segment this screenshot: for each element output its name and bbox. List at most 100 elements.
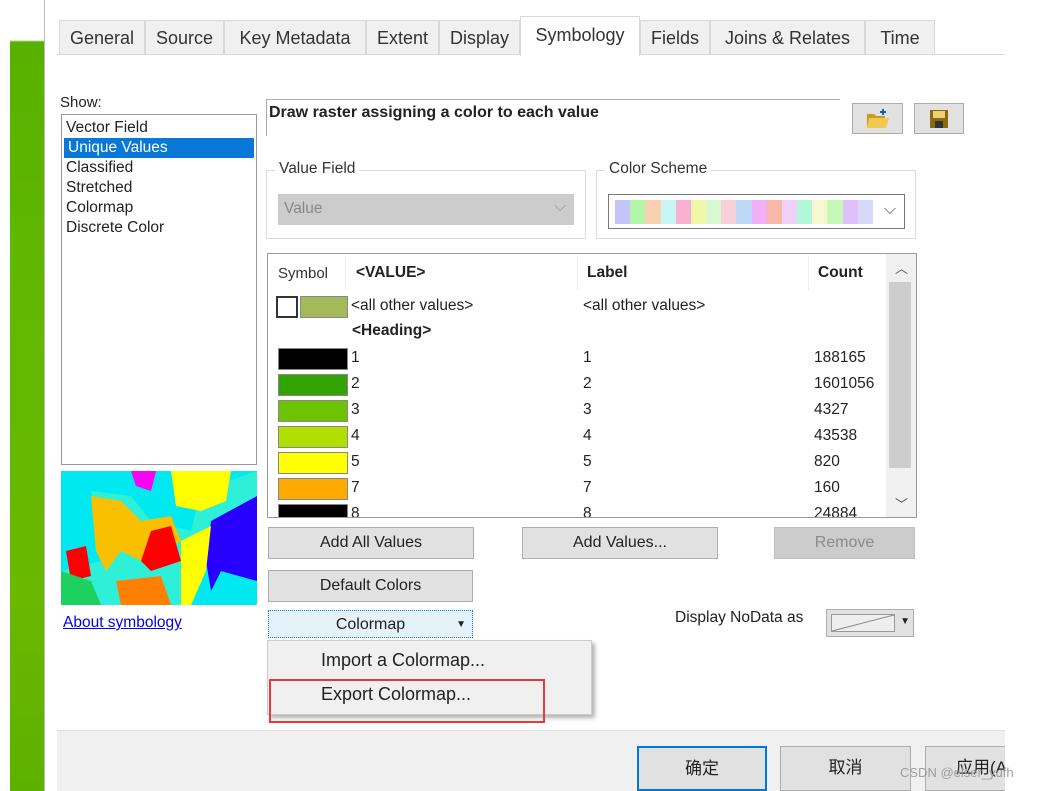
nodata-color-picker[interactable]: ▼ <box>826 609 914 637</box>
map-background-strip <box>10 0 44 791</box>
color-ramp-stop <box>842 200 858 224</box>
color-ramp-stop <box>736 200 752 224</box>
value-field-label: Value Field <box>275 160 360 178</box>
show-item-classified[interactable]: Classified <box>62 158 256 178</box>
color-ramp-stop <box>630 200 646 224</box>
color-ramp-stop <box>751 200 767 224</box>
row-label: 1 <box>583 349 592 366</box>
symbol-swatch[interactable] <box>278 426 348 448</box>
tab-general[interactable]: General <box>59 20 145 55</box>
scroll-down-icon[interactable]: ﹀ <box>895 494 908 513</box>
remove-button[interactable]: Remove <box>774 527 915 559</box>
tab-extent[interactable]: Extent <box>366 20 439 55</box>
table-scrollbar[interactable]: ︿ ﹀ <box>886 254 916 517</box>
watermark: CSDN @elser_yufh <box>900 765 1014 780</box>
color-ramp-stop <box>766 200 782 224</box>
scrollbar-thumb[interactable] <box>889 282 911 468</box>
add-values-button[interactable]: Add Values... <box>522 527 718 559</box>
tab-source[interactable]: Source <box>145 20 224 55</box>
tab-fields[interactable]: Fields <box>640 20 710 55</box>
row-value: 5 <box>351 453 360 470</box>
renderer-description: Draw raster assigning a color to each va… <box>266 99 840 136</box>
color-scheme-label: Color Scheme <box>605 160 712 178</box>
symbol-swatch[interactable] <box>278 348 348 370</box>
show-item-discrete-color[interactable]: Discrete Color <box>62 218 256 238</box>
symbol-swatch[interactable] <box>278 400 348 422</box>
tab-symbology[interactable]: Symbology <box>520 16 640 56</box>
tab-time[interactable]: Time <box>865 20 935 55</box>
scroll-up-icon[interactable]: ︿ <box>895 258 908 277</box>
row-label: 4 <box>583 427 592 444</box>
row-count: 1601056 <box>814 375 875 392</box>
dropdown-arrow-icon: ▼ <box>900 616 910 627</box>
add-all-values-button[interactable]: Add All Values <box>268 527 474 559</box>
colormap-button[interactable]: Colormap ▼ <box>268 610 473 638</box>
cancel-button[interactable]: 取消 <box>780 746 911 791</box>
show-label: Show: <box>60 94 102 111</box>
color-ramp <box>615 200 873 224</box>
show-item-unique-values[interactable]: Unique Values <box>64 138 254 158</box>
row-value: 3 <box>351 401 360 418</box>
row-count: 24884 <box>814 505 858 518</box>
symbology-preview-image <box>61 471 257 605</box>
symbol-swatch[interactable] <box>278 504 348 517</box>
show-item-colormap[interactable]: Colormap <box>62 198 256 218</box>
show-item-vector-field[interactable]: Vector Field <box>62 118 256 138</box>
unique-values-table[interactable]: Symbol <VALUE> Label Count <all other va… <box>267 253 917 518</box>
value-field-group: Value Field Value ⌵ <box>266 160 586 239</box>
tab-joins-relates[interactable]: Joins & Relates <box>710 20 865 55</box>
heading-row[interactable]: <Heading> <box>352 322 431 340</box>
color-ramp-stop <box>706 200 722 224</box>
color-ramp-stop <box>827 200 843 224</box>
row-value: 1 <box>351 349 360 366</box>
row-label: 8 <box>583 505 592 518</box>
other-values-value: <all other values> <box>351 297 474 314</box>
color-ramp-stop <box>812 200 828 224</box>
colormap-button-label: Colormap <box>335 616 406 633</box>
about-symbology-link[interactable]: About symbology <box>63 614 182 632</box>
color-ramp-stop <box>675 200 691 224</box>
symbol-swatch[interactable] <box>278 478 348 500</box>
color-scheme-dropdown[interactable]: ⌵ <box>608 194 905 229</box>
ok-button[interactable]: 确定 <box>637 746 767 791</box>
other-values-label: <all other values> <box>583 297 706 314</box>
other-values-swatch[interactable] <box>300 296 348 318</box>
load-button[interactable] <box>852 103 903 134</box>
header-value[interactable]: <VALUE> <box>356 264 426 282</box>
chevron-down-icon: ⌵ <box>554 198 566 215</box>
color-scheme-group: Color Scheme ⌵ <box>596 160 916 239</box>
no-color-swatch-icon <box>831 614 895 632</box>
color-ramp-stop <box>721 200 737 224</box>
highlight-box <box>269 679 545 723</box>
save-button[interactable] <box>914 103 964 134</box>
header-symbol[interactable]: Symbol <box>278 265 328 282</box>
menu-item-import-colormap[interactable]: Import a Colormap... <box>321 650 485 671</box>
symbol-swatch[interactable] <box>278 374 348 396</box>
header-label[interactable]: Label <box>587 264 627 282</box>
color-ramp-stop <box>797 200 813 224</box>
show-item-stretched[interactable]: Stretched <box>62 178 256 198</box>
color-ramp-stop <box>615 200 631 224</box>
header-count[interactable]: Count <box>818 264 863 282</box>
row-count: 820 <box>814 453 840 470</box>
color-ramp-stop <box>660 200 676 224</box>
color-ramp-stop <box>857 200 873 224</box>
row-count: 160 <box>814 479 840 496</box>
dropdown-arrow-icon: ▼ <box>456 619 466 630</box>
row-label: 2 <box>583 375 592 392</box>
floppy-save-icon <box>930 110 948 128</box>
folder-open-icon <box>866 109 889 128</box>
color-ramp-stop <box>781 200 798 224</box>
tab-display[interactable]: Display <box>439 20 520 55</box>
tab-key-metadata[interactable]: Key Metadata <box>224 20 366 55</box>
show-listbox[interactable]: Vector Field Unique Values Classified St… <box>61 114 257 465</box>
nodata-label: Display NoData as <box>675 609 804 626</box>
other-values-checkbox[interactable] <box>276 296 298 318</box>
symbol-swatch[interactable] <box>278 452 348 474</box>
row-count: 4327 <box>814 401 849 418</box>
chevron-down-icon: ⌵ <box>883 201 896 218</box>
color-ramp-stop <box>645 200 661 224</box>
value-field-dropdown[interactable]: Value ⌵ <box>278 194 574 225</box>
row-value: 4 <box>351 427 360 444</box>
default-colors-button[interactable]: Default Colors <box>268 570 473 602</box>
